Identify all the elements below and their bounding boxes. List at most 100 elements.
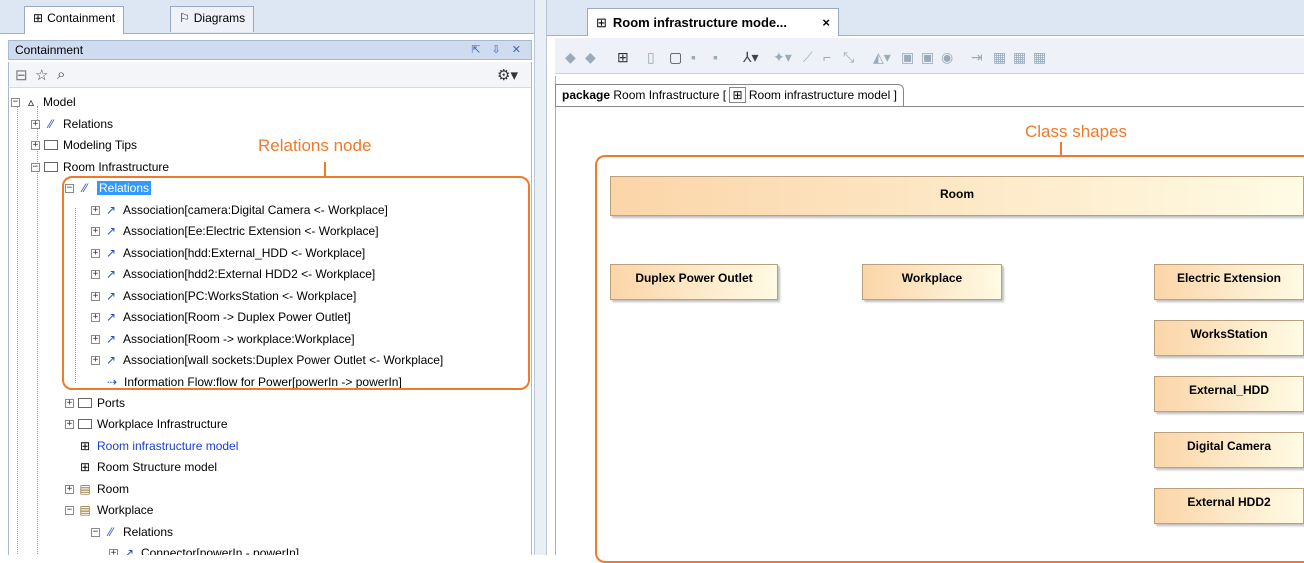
search-icon[interactable]: ⌕ xyxy=(57,66,65,83)
diagram-toolbar: ◆ ◆ ⊞ ▯ ▢ ▪ ▪ ⅄▾ ✦▾ ⟋ ⌐ ⤡ ◭▾ ▣ ▣ ◉ ⇥ ▦ ▦… xyxy=(555,38,1304,74)
relations-icon: ⁄⁄ xyxy=(108,525,113,539)
tree-label: Workplace Infrastructure xyxy=(97,417,228,431)
tree-label: Relations xyxy=(123,525,174,539)
tree-node-room-structure-model[interactable]: ⊞ Room Structure model xyxy=(77,457,217,477)
tree-node-workplace[interactable]: − ▤ Workplace xyxy=(65,500,153,520)
tree-guide xyxy=(17,106,18,555)
tree-node-model[interactable]: − ▵ Model xyxy=(11,92,76,112)
shape-icon[interactable]: ◉ xyxy=(941,49,953,66)
delete-icon[interactable]: ▪ xyxy=(691,49,696,65)
align-icon[interactable]: ⇥ xyxy=(971,49,983,66)
bracket-open: [ xyxy=(722,88,727,102)
copy-icon[interactable]: ▯ xyxy=(647,49,655,66)
gear-icon[interactable]: ⚙▾ xyxy=(497,66,518,84)
expand-toggle[interactable]: + xyxy=(65,398,74,408)
panel-window-controls[interactable]: ⇱ ⇩ ✕ xyxy=(471,43,525,56)
favorites-star-icon[interactable]: ☆ xyxy=(35,66,48,84)
tree-node-ports[interactable]: + Ports xyxy=(65,393,125,413)
expand-toggle[interactable]: + xyxy=(65,484,74,494)
tree-node-room[interactable]: + ▤ Room xyxy=(65,479,129,499)
class-shape-external-hdd[interactable]: External_HDD xyxy=(1154,376,1304,412)
diagram-icon: ⊞ xyxy=(596,14,607,30)
containment-tab-icon: ⊞ xyxy=(33,11,44,25)
expand-toggle[interactable]: + xyxy=(65,419,74,429)
folder-icon xyxy=(44,162,58,172)
tab-containment-label: Containment xyxy=(47,11,116,25)
diagram-reference: Room infrastructure model xyxy=(748,88,891,102)
panel-splitter[interactable] xyxy=(534,0,547,555)
bezier-icon[interactable]: ⤡ xyxy=(843,49,854,66)
tree-label: Modeling Tips xyxy=(63,138,138,152)
tree-label: Relations xyxy=(63,117,114,131)
tab-room-infrastructure-model[interactable]: ⊞ Room infrastructure mode... × xyxy=(587,8,839,36)
line-icon[interactable]: ⟋ xyxy=(803,49,813,66)
collapse-toggle[interactable]: − xyxy=(91,527,100,537)
align-icon[interactable]: ▦ xyxy=(993,49,1006,66)
collapse-toggle[interactable]: − xyxy=(31,162,40,172)
class-shape-electric-extension[interactable]: Electric Extension xyxy=(1154,264,1304,300)
back-arrow-icon[interactable]: ◆ xyxy=(565,49,576,66)
align-icon[interactable]: ▦ xyxy=(1013,49,1026,66)
tab-containment[interactable]: ⊞ Containment xyxy=(24,6,125,34)
paste-icon[interactable]: ▢ xyxy=(669,49,682,66)
diagrams-tab-icon: ⚐ xyxy=(179,11,190,25)
class-icon: ▤ xyxy=(79,482,91,496)
fill-icon[interactable]: ◭▾ xyxy=(873,49,891,66)
class-shape-digital-camera[interactable]: Digital Camera xyxy=(1154,432,1304,468)
callout-pointer xyxy=(1060,142,1062,156)
duplicate-icon[interactable]: ▪ xyxy=(713,49,718,65)
package-keyword: package xyxy=(562,88,611,102)
diagram-icon: ⊞ xyxy=(79,460,91,474)
tree-node-modeling-tips[interactable]: + Modeling Tips xyxy=(31,135,137,155)
close-icon[interactable]: × xyxy=(822,15,830,30)
tree-label: Connector[powerIn - powerIn] xyxy=(141,546,300,555)
containment-panel-header: Containment ⇱ ⇩ ✕ xyxy=(8,40,532,60)
class-icon: ▤ xyxy=(79,503,91,517)
diagram-icon: ⊞ xyxy=(79,439,91,453)
tree-label: Room Infrastructure xyxy=(63,160,170,174)
collapse-all-icon[interactable]: ⊟ xyxy=(15,66,28,84)
layout-icon[interactable]: ⅄▾ xyxy=(743,49,759,66)
diagram-tabstrip: ⊞ Room infrastructure mode... × xyxy=(547,0,1304,36)
rectilinear-icon[interactable]: ⌐ xyxy=(823,49,831,65)
diagram-area: ⊞ Room infrastructure mode... × ◆ ◆ ⊞ ▯ … xyxy=(547,0,1304,563)
diagram-icon: ⊞ xyxy=(729,87,746,103)
shape-icon[interactable]: ▣ xyxy=(901,49,914,66)
class-shapes-label: Class shapes xyxy=(1025,122,1128,141)
expand-toggle[interactable]: + xyxy=(109,548,118,555)
tree-node-room-infrastructure-model[interactable]: ⊞ Room infrastructure model xyxy=(77,436,238,456)
class-shape-worksstation[interactable]: WorksStation xyxy=(1154,320,1304,356)
collapse-toggle[interactable]: − xyxy=(65,505,74,515)
forward-arrow-icon[interactable]: ◆ xyxy=(585,49,596,66)
tree-label: Room Structure model xyxy=(97,460,218,474)
tab-diagrams-label: Diagrams xyxy=(193,11,246,25)
collapse-toggle[interactable]: − xyxy=(11,97,20,107)
model-package-icon: ▵ xyxy=(27,95,35,109)
path-style-icon[interactable]: ✦▾ xyxy=(773,49,792,66)
expand-toggle[interactable]: + xyxy=(31,119,40,129)
align-icon[interactable]: ▦ xyxy=(1033,49,1046,66)
tab-diagrams[interactable]: ⚐ Diagrams xyxy=(170,6,255,32)
tree-node-relations[interactable]: − ⁄⁄ Relations xyxy=(91,522,173,542)
relations-icon: ⁄⁄ xyxy=(48,117,53,131)
containment-tree-icon[interactable]: ⊞ xyxy=(617,49,629,66)
class-shape-duplex-power-outlet[interactable]: Duplex Power Outlet xyxy=(610,264,778,300)
folder-icon xyxy=(44,140,58,150)
tree-node-relations[interactable]: + ⁄⁄ Relations xyxy=(31,114,113,134)
class-shape-external-hdd2[interactable]: External HDD2 xyxy=(1154,488,1304,524)
relations-node-label: Relations node xyxy=(258,136,372,155)
class-shape-room[interactable]: Room xyxy=(610,176,1304,216)
left-panel: ⊞ Containment ⚐ Diagrams Containment ⇱ ⇩… xyxy=(0,0,534,555)
tree-node-workplace-infrastructure[interactable]: + Workplace Infrastructure xyxy=(65,414,228,434)
package-name: Room Infrastructure xyxy=(613,88,720,102)
bracket-close: ] xyxy=(893,88,897,102)
shape-icon[interactable]: ▣ xyxy=(921,49,934,66)
tree-label: Ports xyxy=(97,396,126,410)
expand-toggle[interactable]: + xyxy=(31,140,40,150)
tree-node-connector[interactable]: + ↗ Connector[powerIn - powerIn] xyxy=(109,543,299,555)
diagram-tab-title: Room infrastructure mode... xyxy=(612,15,787,30)
tree-node-room-infrastructure[interactable]: − Room Infrastructure xyxy=(31,157,169,177)
tree-label: Room infrastructure model xyxy=(97,439,239,453)
callout-pointer xyxy=(324,162,326,176)
class-shape-workplace[interactable]: Workplace xyxy=(862,264,1002,300)
